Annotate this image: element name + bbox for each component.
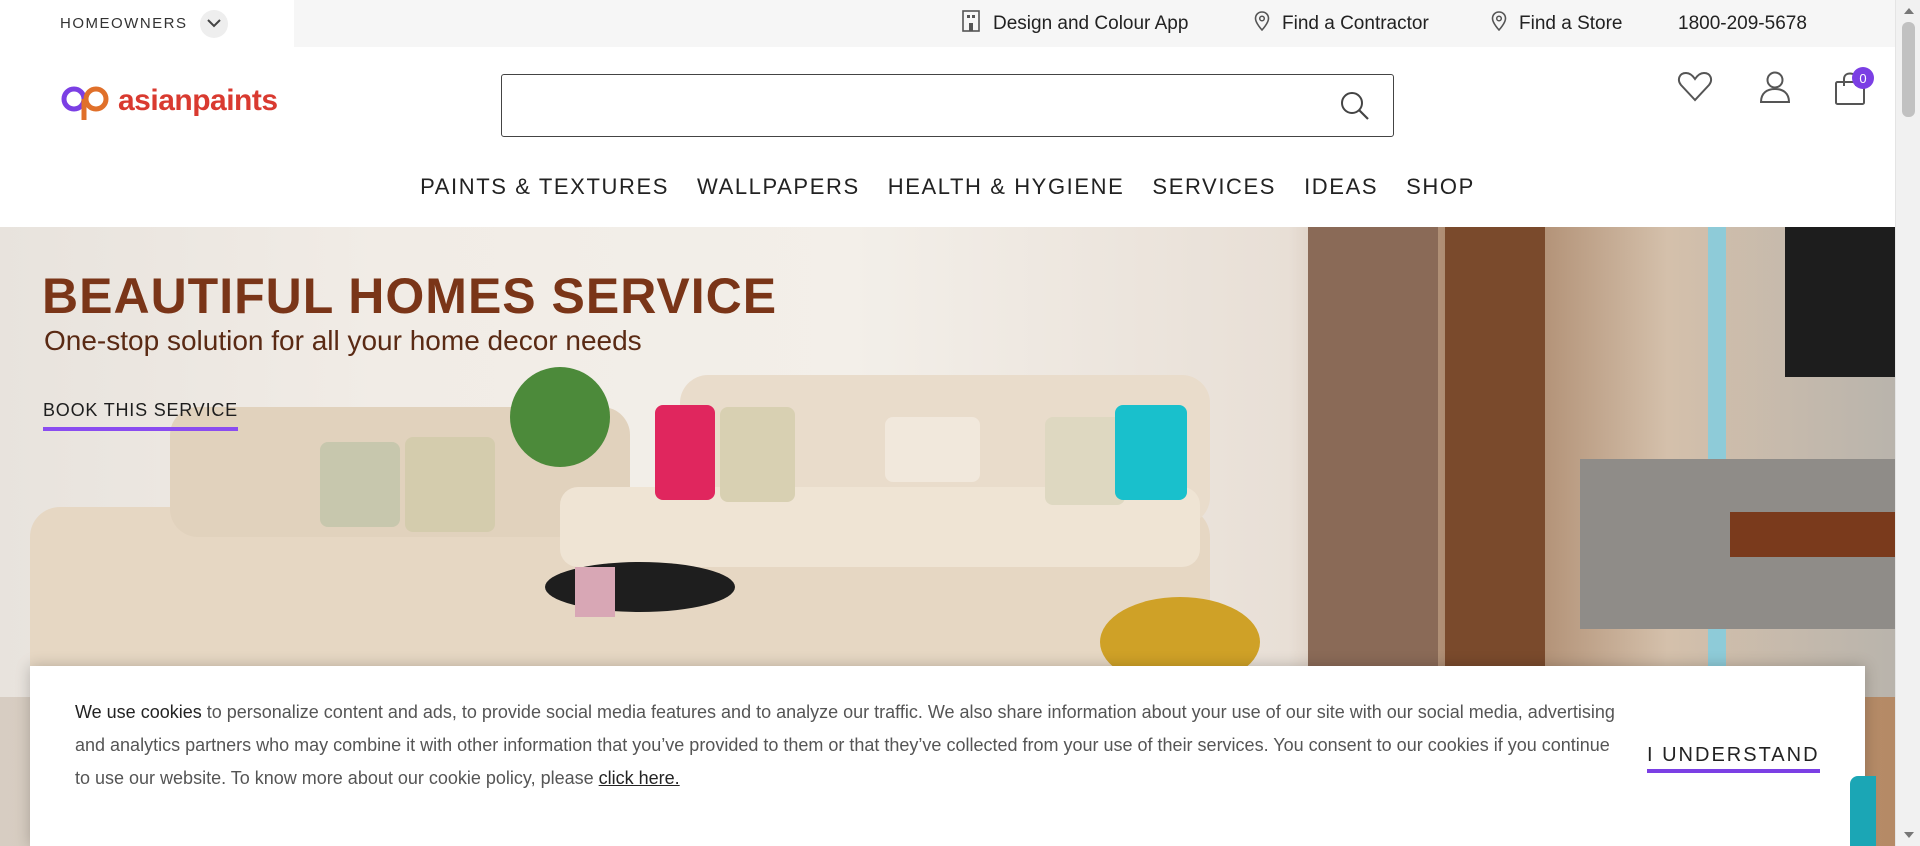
phone-number: 1800-209-5678 bbox=[1678, 12, 1807, 34]
logo-text: asianpaints bbox=[118, 84, 278, 117]
search-icon[interactable] bbox=[1339, 90, 1371, 127]
nav-item-shop[interactable]: SHOP bbox=[1406, 174, 1475, 200]
design-colour-app-link[interactable]: Design and Colour App bbox=[961, 0, 1188, 47]
chat-widget-tab[interactable] bbox=[1850, 776, 1876, 846]
heart-icon[interactable] bbox=[1677, 71, 1713, 108]
design-colour-app-label: Design and Colour App bbox=[993, 12, 1189, 34]
map-pin-icon bbox=[1254, 10, 1282, 37]
search-box[interactable] bbox=[501, 74, 1394, 137]
cookie-accept-button[interactable]: I UNDERSTAND bbox=[1647, 744, 1820, 773]
cookie-message: We use cookies to personalize content an… bbox=[75, 696, 1615, 795]
chevron-down-icon[interactable] bbox=[199, 9, 228, 38]
find-contractor-link[interactable]: Find a Contractor bbox=[1254, 0, 1429, 47]
page-scrollbar[interactable] bbox=[1895, 0, 1920, 846]
cart-count-badge: 0 bbox=[1852, 67, 1874, 89]
find-store-label: Find a Store bbox=[1519, 12, 1623, 34]
asianpaints-logo-icon bbox=[61, 86, 109, 120]
scroll-up-arrow-icon[interactable] bbox=[1904, 8, 1914, 14]
brand-logo[interactable]: asianpaints bbox=[60, 80, 278, 122]
segment-selector[interactable]: HOMEOWNERS bbox=[0, 0, 294, 47]
user-icon[interactable] bbox=[1758, 70, 1792, 109]
search-input[interactable] bbox=[502, 75, 1302, 135]
scroll-down-arrow-icon[interactable] bbox=[1904, 832, 1914, 838]
book-service-button[interactable]: BOOK THIS SERVICE bbox=[43, 400, 238, 431]
cookie-lead: We use cookies bbox=[75, 702, 202, 722]
find-contractor-label: Find a Contractor bbox=[1282, 12, 1429, 34]
find-store-link[interactable]: Find a Store bbox=[1491, 0, 1623, 47]
cookie-body: to personalize content and ads, to provi… bbox=[75, 702, 1615, 788]
nav-item-wallpapers[interactable]: WALLPAPERS bbox=[697, 174, 860, 200]
building-icon bbox=[961, 9, 993, 38]
map-pin-icon bbox=[1491, 10, 1519, 37]
hero-title: BEAUTIFUL HOMES SERVICE bbox=[42, 268, 778, 324]
top-utility-bar: HOMEOWNERS Design and Colour App Find a … bbox=[0, 0, 1895, 47]
nav-item-services[interactable]: SERVICES bbox=[1152, 174, 1276, 200]
cookie-policy-link[interactable]: click here. bbox=[599, 768, 680, 788]
phone-number-link[interactable]: 1800-209-5678 bbox=[1678, 0, 1807, 47]
scrollbar-thumb[interactable] bbox=[1902, 22, 1915, 117]
nav-item-health-hygiene[interactable]: HEALTH & HYGIENE bbox=[888, 174, 1125, 200]
main-nav: PAINTS & TEXTURES WALLPAPERS HEALTH & HY… bbox=[0, 174, 1895, 200]
nav-item-ideas[interactable]: IDEAS bbox=[1304, 174, 1378, 200]
hero-subtitle: One-stop solution for all your home deco… bbox=[44, 325, 642, 356]
segment-label: HOMEOWNERS bbox=[60, 15, 188, 32]
cookie-banner: We use cookies to personalize content an… bbox=[30, 666, 1865, 846]
nav-item-paints-textures[interactable]: PAINTS & TEXTURES bbox=[420, 174, 669, 200]
